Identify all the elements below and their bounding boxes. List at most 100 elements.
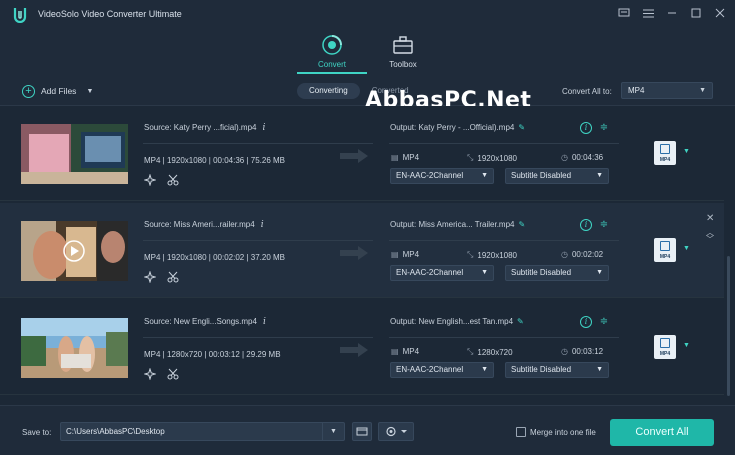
list-item[interactable]: Source: New Engli...Songs.mp4 i MP4 | 128… <box>0 300 724 395</box>
settings-equalizer-icon[interactable]: ≑ <box>598 122 610 134</box>
subtitle-select[interactable]: Subtitle Disabled ▼ <box>505 265 609 281</box>
settings-equalizer-icon[interactable]: ≑ <box>598 219 610 231</box>
edit-icon[interactable]: ✎ <box>518 220 525 229</box>
save-path-value: C:\Users\AbbasPC\Desktop <box>66 427 165 436</box>
source-meta: MP4 | 1280x720 | 00:03:12 | 29.29 MB <box>144 350 281 359</box>
enhance-icon[interactable] <box>143 367 157 381</box>
move-down-icon[interactable]: ﹀ <box>706 234 714 245</box>
audio-track-value: EN-AAC-2Channel <box>396 365 464 374</box>
info-icon[interactable]: i <box>262 123 265 133</box>
info-icon[interactable]: i <box>263 317 266 327</box>
list-item[interactable]: Source: Miss Ameri...railer.mp4 i MP4 | 1… <box>0 203 724 298</box>
audio-track-select[interactable]: EN-AAC-2Channel ▼ <box>390 362 494 378</box>
film-icon: ▤ <box>391 250 399 259</box>
output-format: ▤ MP4 <box>391 153 419 162</box>
output-label: Output: Miss America... Trailer.mp4 <box>390 220 515 229</box>
divider <box>143 240 373 241</box>
info-icon[interactable]: i <box>261 220 264 230</box>
clock-icon: ◷ <box>561 153 568 162</box>
source-label: Source: New Engli...Songs.mp4 <box>144 317 257 326</box>
audio-track-value: EN-AAC-2Channel <box>396 171 464 180</box>
arrow-right-icon <box>340 149 370 163</box>
source-name: Source: New Engli...Songs.mp4 i <box>144 317 266 327</box>
list-item[interactable]: Source: Katy Perry ...ficial).mp4 i MP4 |… <box>0 106 724 201</box>
info-icon[interactable]: i <box>580 122 592 134</box>
info-icon[interactable]: i <box>580 219 592 231</box>
subtitle-value: Subtitle Disabled <box>511 171 572 180</box>
maximize-icon[interactable] <box>689 6 703 20</box>
resolution-icon: ⤡ <box>467 347 474 356</box>
menu-icon[interactable] <box>641 6 655 20</box>
save-to-label: Save to: <box>22 428 52 437</box>
subtitle-value: Subtitle Disabled <box>511 268 572 277</box>
settings-equalizer-icon[interactable]: ≑ <box>598 316 610 328</box>
video-thumbnail[interactable] <box>21 318 128 378</box>
chevron-down-icon[interactable]: ▼ <box>683 245 690 252</box>
settings-button[interactable] <box>378 422 414 441</box>
convert-all-to-label: Convert All to: <box>562 87 612 96</box>
enhance-icon[interactable] <box>143 173 157 187</box>
resolution-icon: ⤡ <box>467 250 474 259</box>
audio-track-select[interactable]: EN-AAC-2Channel ▼ <box>390 168 494 184</box>
video-thumbnail[interactable] <box>21 124 128 184</box>
chevron-down-icon: ▼ <box>481 269 488 276</box>
subtitle-select[interactable]: Subtitle Disabled ▼ <box>505 168 609 184</box>
chevron-down-icon[interactable]: ▼ <box>683 148 690 155</box>
output-format-button[interactable]: MP4 <box>654 335 676 359</box>
video-format-icon <box>660 338 670 348</box>
output-duration: ◷ 00:03:12 <box>561 347 603 356</box>
info-icon[interactable]: i <box>580 316 592 328</box>
output-format-button[interactable]: MP4 <box>654 238 676 262</box>
output-label: Output: New English...est Tan.mp4 <box>390 317 514 326</box>
active-tab-indicator <box>297 72 367 74</box>
edit-icon[interactable]: ✎ <box>517 317 524 326</box>
cut-icon[interactable] <box>167 174 179 186</box>
chevron-down-icon[interactable]: ▼ <box>683 342 690 349</box>
chevron-down-icon: ▼ <box>699 87 706 94</box>
output-resolution-value: 1920x1080 <box>477 153 517 163</box>
remove-item-icon[interactable]: ✕ <box>706 213 714 224</box>
chevron-down-icon: ▼ <box>596 269 603 276</box>
tab-toolbox[interactable]: Toolbox <box>373 34 433 69</box>
chevron-down-icon: ▼ <box>481 172 488 179</box>
close-icon[interactable] <box>713 6 727 20</box>
subtitle-select[interactable]: Subtitle Disabled ▼ <box>505 362 609 378</box>
convert-all-format-select[interactable]: MP4 ▼ <box>621 82 713 99</box>
merge-checkbox[interactable] <box>516 427 526 437</box>
plus-icon: + <box>22 84 35 98</box>
add-files-button[interactable]: + Add Files ▼ <box>22 83 93 99</box>
tab-convert[interactable]: Convert <box>302 34 362 69</box>
save-path-field[interactable]: C:\Users\AbbasPC\Desktop ▼ <box>60 422 345 441</box>
cut-icon[interactable] <box>167 368 179 380</box>
convert-all-button[interactable]: Convert All <box>610 419 714 446</box>
feedback-icon[interactable] <box>617 6 631 20</box>
output-resolution-value: 1920x1080 <box>477 250 517 260</box>
edit-icon[interactable]: ✎ <box>518 123 525 132</box>
clock-icon: ◷ <box>561 250 568 259</box>
title-bar: VideoSolo Video Converter Ultimate Conve <box>0 0 735 78</box>
scrollbar[interactable] <box>727 256 730 396</box>
chevron-down-icon: ▼ <box>596 366 603 373</box>
video-thumbnail[interactable] <box>21 221 128 281</box>
enhance-icon[interactable] <box>143 270 157 284</box>
output-duration: ◷ 00:02:02 <box>561 250 603 259</box>
segment-converting[interactable]: Converting <box>297 83 360 99</box>
open-folder-button[interactable] <box>352 422 372 441</box>
output-resolution-value: 1280x720 <box>477 347 513 357</box>
merge-option[interactable]: Merge into one file <box>516 427 596 437</box>
output-format-value: MP4 <box>402 347 420 356</box>
audio-track-value: EN-AAC-2Channel <box>396 268 464 277</box>
output-format-value: MP4 <box>402 153 420 162</box>
app-title: VideoSolo Video Converter Ultimate <box>38 9 182 19</box>
chevron-down-icon[interactable]: ▼ <box>86 88 93 95</box>
merge-label: Merge into one file <box>530 427 596 437</box>
audio-track-select[interactable]: EN-AAC-2Channel ▼ <box>390 265 494 281</box>
cut-icon[interactable] <box>167 271 179 283</box>
output-duration-value: 00:03:12 <box>571 347 604 356</box>
minimize-icon[interactable] <box>665 6 679 20</box>
output-format-value: MP4 <box>402 250 420 259</box>
source-name: Source: Miss Ameri...railer.mp4 i <box>144 220 264 230</box>
output-format-button[interactable]: MP4 <box>654 141 676 165</box>
subtitle-value: Subtitle Disabled <box>511 365 572 374</box>
chevron-down-icon[interactable]: ▼ <box>322 423 344 440</box>
